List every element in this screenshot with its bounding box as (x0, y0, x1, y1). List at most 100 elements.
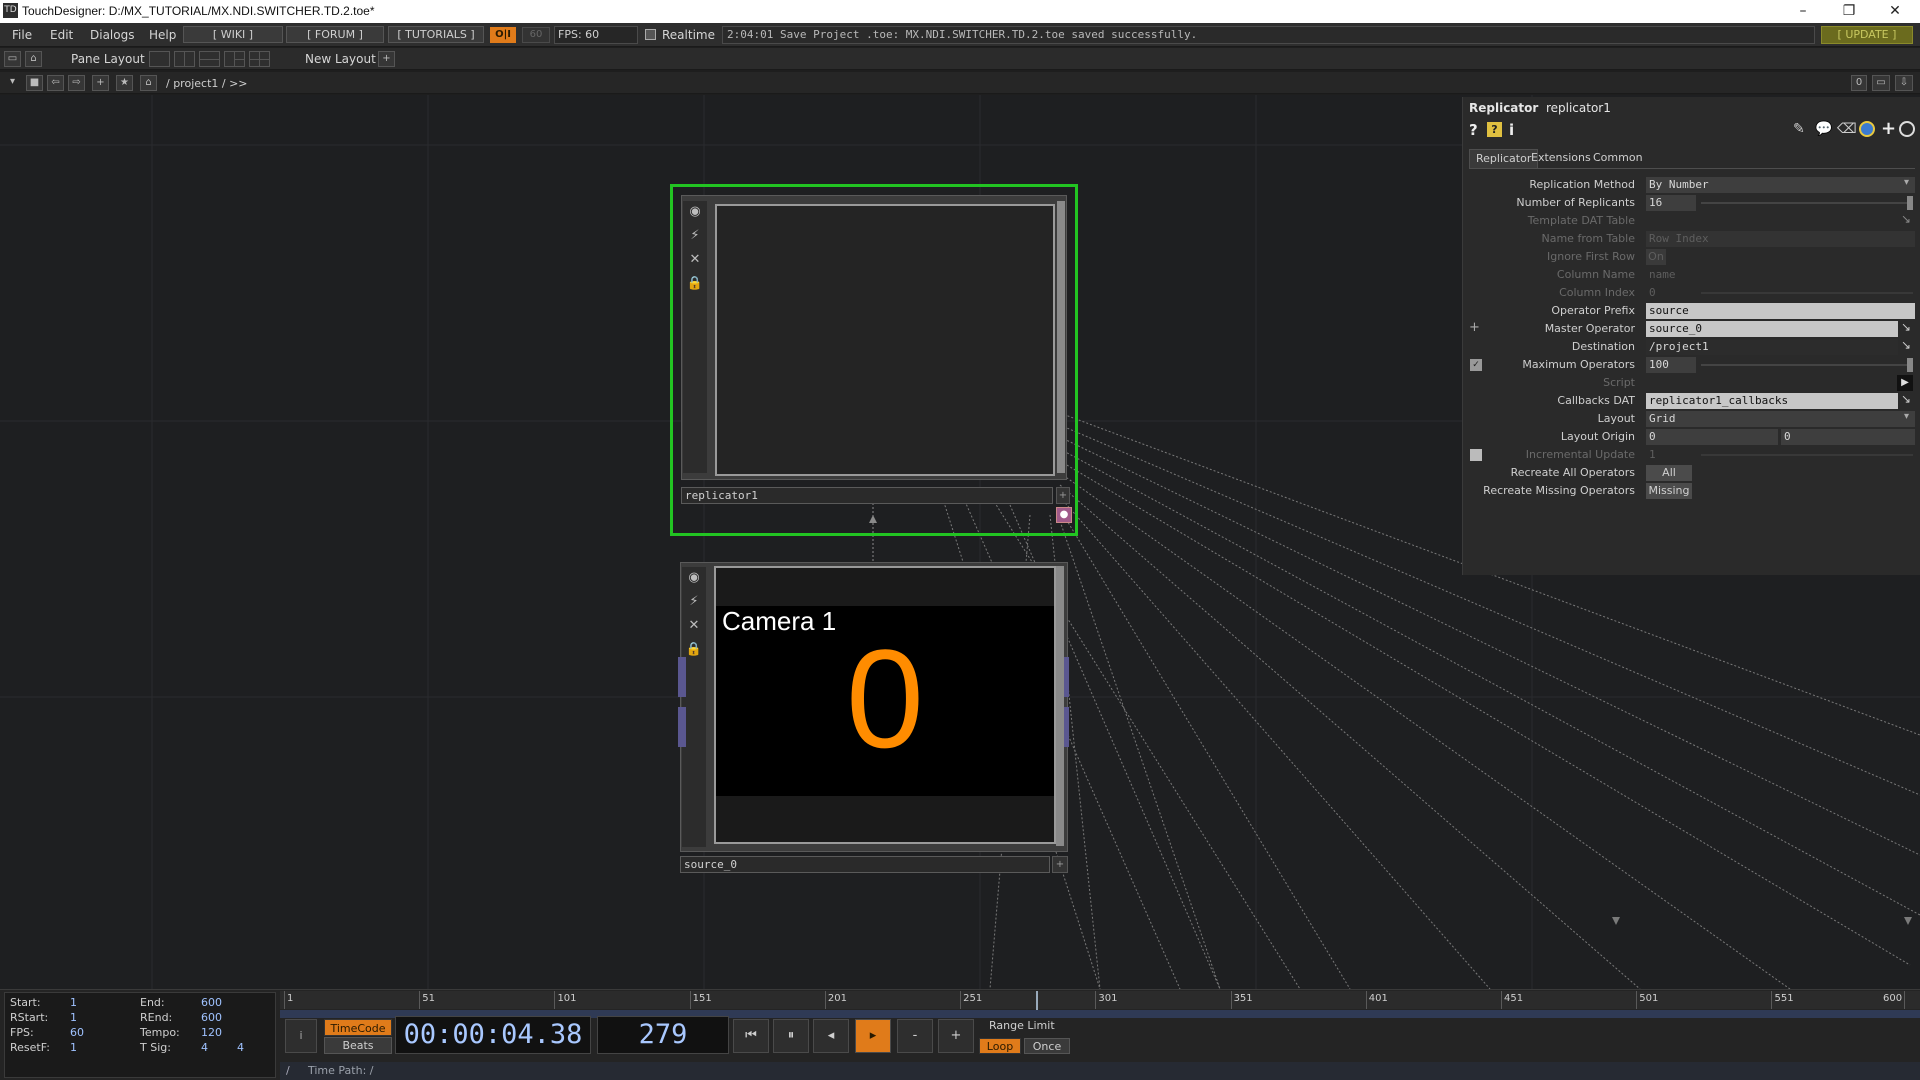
pane-home-icon[interactable]: ⌂ (25, 51, 42, 67)
incremental-update-field[interactable]: 1 (1646, 447, 1696, 463)
beats-toggle[interactable]: Beats (324, 1037, 392, 1054)
recreate-missing-button[interactable]: Missing (1646, 483, 1692, 499)
maximum-operators-field[interactable]: 100 (1646, 357, 1696, 373)
info-icon[interactable]: i (1509, 121, 1514, 139)
loop-button[interactable]: Loop (979, 1038, 1021, 1054)
layout-three-pane-button[interactable] (224, 51, 245, 67)
source-node-input-connector[interactable] (678, 657, 686, 697)
menu-help[interactable]: Help (149, 28, 176, 42)
chevron-down-icon[interactable]: ▾ (4, 75, 21, 91)
incremental-update-checkbox[interactable] (1470, 449, 1482, 461)
timeline-ruler[interactable]: 1 51 101 151 201 251 301 351 401 451 501 551 600 (280, 991, 1920, 1011)
maximum-operators-checkbox[interactable]: ✓ (1470, 359, 1482, 371)
slider-handle[interactable] (1907, 358, 1913, 372)
op-picker-icon[interactable]: ↘ (1901, 392, 1911, 406)
rewind-to-start-button[interactable]: ⏮ (733, 1019, 769, 1053)
layout-split-horizontal-button[interactable] (199, 51, 220, 67)
layout-origin-x-field[interactable]: 0 (1646, 429, 1778, 445)
num-replicants-field[interactable]: 16 (1646, 195, 1696, 211)
timeline-info-icon[interactable]: i (285, 1019, 317, 1053)
op-name[interactable]: replicator1 (1546, 101, 1611, 115)
menu-dialogs[interactable]: Dialogs (90, 28, 134, 42)
menu-file[interactable]: File (12, 28, 32, 42)
num-replicants-slider[interactable] (1701, 202, 1913, 204)
perf-mode-button[interactable]: O|I (490, 27, 516, 43)
source-node-input-connector-2[interactable] (678, 707, 686, 747)
operator-prefix-field[interactable]: source (1646, 303, 1915, 319)
layout-four-pane-button[interactable] (249, 51, 270, 67)
update-button[interactable]: [ UPDATE ] (1821, 26, 1913, 44)
ignore-first-row-toggle[interactable]: On (1646, 249, 1666, 265)
lock-icon[interactable]: 🔒 (686, 275, 704, 293)
node-info-icon[interactable]: + (1052, 856, 1068, 873)
clear-icon[interactable]: ⌫ (1837, 121, 1857, 137)
time-path-label[interactable]: Time Path: / (308, 1064, 374, 1077)
maximum-operators-slider[interactable] (1701, 364, 1913, 366)
pane-type-icon[interactable]: ▭ (4, 51, 21, 67)
pane-options-icon[interactable]: ⇩ (1895, 75, 1913, 91)
layout-dropdown[interactable]: Grid (1646, 411, 1915, 427)
replicator-node-name[interactable]: replicator1 (681, 487, 1053, 504)
close-button[interactable]: ✕ (1872, 0, 1918, 23)
slider-handle[interactable] (1907, 196, 1913, 210)
once-button[interactable]: Once (1024, 1038, 1070, 1054)
tab-common[interactable]: Common (1587, 149, 1649, 169)
play-reverse-button[interactable]: ◂ (813, 1019, 849, 1053)
menu-edit[interactable]: Edit (50, 28, 73, 42)
layout-origin-y-field[interactable]: 0 (1781, 429, 1915, 445)
tsig-numerator[interactable]: 4 (201, 1041, 208, 1054)
tempo-value[interactable]: 120 (201, 1026, 222, 1039)
frame-display[interactable]: 279 (597, 1016, 729, 1054)
target-icon[interactable] (1899, 121, 1915, 137)
delete-icon[interactable]: ✕ (685, 617, 703, 635)
name-from-table-dropdown[interactable]: Row Index (1646, 231, 1915, 247)
incremental-update-slider[interactable] (1701, 454, 1913, 456)
bypass-icon[interactable]: ⚡ (685, 593, 703, 611)
fps-value[interactable]: 60 (70, 1026, 84, 1039)
viewer-toggle-icon[interactable]: ◉ (685, 569, 703, 587)
network-path[interactable]: / project1 / >> (166, 77, 248, 90)
add-layout-button[interactable]: + (378, 51, 395, 67)
tab-extensions[interactable]: Extensions (1525, 149, 1597, 169)
layout-split-vertical-button[interactable] (174, 51, 195, 67)
run-script-icon[interactable]: ▶ (1897, 375, 1913, 391)
python-help-icon[interactable]: ? (1487, 122, 1502, 137)
op-picker-icon[interactable]: ↘ (1901, 320, 1911, 334)
viewer-toggle-icon[interactable]: ◉ (686, 203, 704, 221)
layout-single-button[interactable] (149, 51, 170, 67)
node-flag-icon[interactable]: ● (1056, 507, 1072, 523)
destination-field[interactable]: /project1 (1646, 339, 1898, 355)
stop-icon[interactable]: ■ (26, 75, 43, 91)
replicator-node[interactable]: ◉ ⚡ ✕ 🔒 replicator1 + ● (670, 184, 1078, 536)
resetf-value[interactable]: 1 (70, 1041, 77, 1054)
forward-arrow-icon[interactable]: ⇨ (68, 75, 85, 91)
comment-icon[interactable]: 💬 (1815, 121, 1832, 137)
delete-icon[interactable]: ✕ (686, 251, 704, 269)
timeline-playhead[interactable] (1035, 991, 1038, 1011)
master-operator-field[interactable]: source_0 (1646, 321, 1898, 337)
column-index-field[interactable]: 0 (1646, 285, 1696, 301)
expand-icon[interactable]: + (1469, 320, 1480, 335)
maximize-button[interactable]: ❐ (1826, 0, 1872, 23)
home-icon[interactable]: ⌂ (140, 75, 157, 91)
column-name-field[interactable]: name (1646, 267, 1736, 283)
replication-method-dropdown[interactable]: By Number (1646, 177, 1915, 193)
forum-button[interactable]: [ FORUM ] (286, 26, 384, 43)
op-picker-icon[interactable]: ↘ (1901, 338, 1911, 352)
fps-cap-field[interactable]: 60 (522, 27, 550, 43)
play-forward-button[interactable]: ▸ (855, 1019, 891, 1053)
bookmark-star-icon[interactable]: ★ (116, 75, 133, 91)
end-value[interactable]: 600 (201, 996, 222, 1009)
step-back-button[interactable]: - (897, 1019, 933, 1053)
lock-icon[interactable]: 🔒 (685, 641, 703, 659)
edit-icon[interactable]: ✎ (1793, 121, 1805, 137)
start-value[interactable]: 1 (70, 996, 77, 1009)
tutorials-button[interactable]: [ TUTORIALS ] (388, 26, 484, 43)
op-picker-icon[interactable]: ↘ (1901, 212, 1911, 226)
source-node[interactable]: ◉ ⚡ ✕ 🔒 Camera 1 0 source_0 + (678, 562, 1070, 882)
minimize-button[interactable]: – (1780, 0, 1826, 23)
python-icon[interactable] (1859, 121, 1875, 137)
pause-button[interactable]: ⏸ (773, 1019, 809, 1053)
timecode-display[interactable]: 00:00:04.38 (395, 1016, 591, 1054)
bypass-icon[interactable]: ⚡ (686, 227, 704, 245)
